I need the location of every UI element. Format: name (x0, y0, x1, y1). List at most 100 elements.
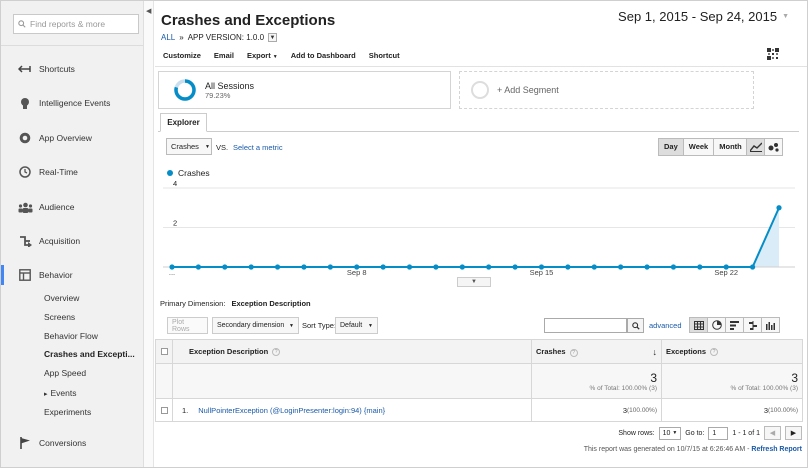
nav-behavior[interactable]: Behavior (1, 265, 144, 285)
segment-percent: 79.23% (205, 90, 231, 100)
nav-audience[interactable]: Audience (1, 197, 144, 217)
behavior-layout-icon (16, 268, 34, 282)
nav-label: Acquisition (39, 236, 81, 246)
period-month-button[interactable]: Month (713, 138, 748, 156)
metric-select[interactable]: Crashes ▼ (166, 138, 212, 155)
main-content: Crashes and Exceptions ALL » APP VERSION… (155, 1, 807, 467)
term-cloud-view-icon[interactable] (761, 317, 780, 333)
totals-crashes: 3 % of Total: 100.00% (3) (532, 364, 662, 398)
pie-chart-view-icon[interactable] (707, 317, 726, 333)
segment-all-sessions[interactable]: All Sessions 79.23% (158, 71, 451, 109)
behavior-events[interactable]: ▸ Events (44, 386, 77, 400)
select-all-cell (156, 340, 173, 363)
nav-label: Audience (39, 202, 75, 212)
line-chart-icon[interactable] (746, 138, 765, 156)
performance-view-icon[interactable] (725, 317, 744, 333)
date-range-picker[interactable]: Sep 1, 2015 - Sep 24, 2015 ▼ (618, 9, 789, 24)
secondary-dimension-select[interactable]: Secondary dimension ▼ (212, 317, 299, 334)
pagination: Show rows: 10 ▼ Go to: 1 1 - 1 of 1 ◀ ▶ (618, 426, 802, 440)
plot-rows-button[interactable]: Plot Rows (167, 317, 208, 334)
table-search-button[interactable] (627, 318, 644, 333)
column-header-description[interactable]: Exception Description? (173, 340, 532, 363)
help-icon[interactable]: ? (272, 347, 281, 356)
data-table: Exception Description? Crashes? ↓ Excepti… (155, 339, 803, 422)
row-crashes-percent: (100.00%) (627, 406, 657, 414)
help-icon[interactable]: ? (710, 347, 719, 356)
flag-icon (16, 436, 34, 450)
nav-label: Conversions (39, 438, 87, 448)
app-overview-icon (16, 131, 34, 145)
nav-label: Real-Time (39, 167, 78, 177)
primary-dimension: Primary Dimension: Exception Description (160, 299, 311, 308)
show-rows-select[interactable]: 10 ▼ (658, 426, 682, 440)
sidebar-divider (1, 45, 143, 46)
data-point (697, 264, 703, 270)
data-table-view-icon[interactable] (689, 317, 708, 333)
search-placeholder: Find reports & more (30, 19, 106, 29)
row-index: 1. (182, 405, 189, 415)
behavior-flow[interactable]: Behavior Flow (44, 329, 98, 343)
behavior-screens[interactable]: Screens (44, 310, 75, 324)
nav-app-overview[interactable]: App Overview (1, 128, 144, 148)
exception-link[interactable]: NullPointerException (@LoginPresenter:lo… (198, 406, 385, 415)
table-search-input[interactable] (544, 318, 627, 333)
data-point (670, 264, 677, 270)
chart-resize-handle[interactable]: ▼ (457, 277, 491, 287)
tab-explorer[interactable]: Explorer (160, 113, 207, 132)
behavior-app-speed[interactable]: App Speed (44, 366, 86, 380)
sidebar: Find reports & more Shortcuts Intelligen… (1, 1, 144, 467)
primary-dimension-value[interactable]: Exception Description (231, 299, 310, 308)
goto-page-input[interactable]: 1 (708, 426, 729, 440)
table-row: 1. NullPointerException (@LoginPresenter… (156, 399, 802, 421)
report-search-input[interactable]: Find reports & more (13, 14, 139, 34)
nav-acquisition[interactable]: Acquisition (1, 231, 144, 251)
behavior-crashes-and-exceptions[interactable]: Crashes and Excepti... (44, 347, 135, 361)
comparison-view-icon[interactable] (743, 317, 762, 333)
column-header-exceptions[interactable]: Exceptions? (662, 340, 802, 363)
goto-label: Go to: (685, 429, 705, 437)
data-point (565, 264, 571, 270)
nav-conversions[interactable]: Conversions (1, 433, 144, 453)
add-segment-button[interactable]: + Add Segment (459, 71, 754, 109)
export-button[interactable]: Export ▼ (247, 51, 278, 60)
row-checkbox[interactable] (160, 406, 168, 414)
next-page-button[interactable]: ▶ (785, 426, 802, 440)
behavior-overview[interactable]: Overview (44, 291, 79, 305)
select-metric-link[interactable]: Select a metric (233, 143, 283, 152)
qr-code-icon[interactable] (767, 48, 779, 60)
data-point (512, 264, 518, 270)
shortcut-button[interactable]: Shortcut (369, 51, 400, 60)
nav-real-time[interactable]: Real-Time (1, 162, 144, 182)
sidebar-collapse-bar[interactable]: ◀ (144, 1, 154, 467)
breadcrumb-all-link[interactable]: ALL (161, 33, 175, 42)
sort-type-select[interactable]: Default ▼ (335, 317, 378, 334)
y-tick-label: 2 (173, 219, 177, 228)
period-day-button[interactable]: Day (658, 138, 684, 156)
period-week-button[interactable]: Week (682, 138, 715, 156)
metric-select-value: Crashes (171, 142, 199, 151)
refresh-report-link[interactable]: Refresh Report (751, 446, 802, 453)
advanced-filter-link[interactable]: advanced (649, 321, 682, 330)
nav-intelligence-events[interactable]: Intelligence Events (1, 93, 144, 113)
customize-button[interactable]: Customize (163, 51, 201, 60)
add-to-dashboard-button[interactable]: Add to Dashboard (291, 51, 356, 60)
crashes-line-chart: 2 4... Sep 8 Sep 15 Sep 22 (163, 179, 795, 277)
breadcrumb-dropdown-icon[interactable]: ▼ (268, 33, 278, 42)
help-icon[interactable]: ? (569, 348, 578, 357)
motion-chart-icon[interactable] (764, 138, 783, 156)
prev-page-button[interactable]: ◀ (764, 426, 781, 440)
nav-label: Shortcuts (39, 64, 75, 74)
select-all-checkbox[interactable] (160, 348, 168, 355)
sort-type-label: Sort Type: (302, 321, 337, 330)
totals-crashes-value: 3 (650, 370, 657, 385)
date-range-text: Sep 1, 2015 - Sep 24, 2015 (618, 9, 778, 24)
data-point (750, 264, 756, 270)
behavior-experiments[interactable]: Experiments (44, 405, 91, 419)
email-button[interactable]: Email (214, 51, 234, 60)
column-header-crashes[interactable]: Crashes? ↓ (532, 340, 662, 363)
chart-legend: Crashes (167, 168, 210, 178)
shortcuts-arrow-icon (16, 62, 34, 76)
add-segment-label: + Add Segment (497, 85, 559, 95)
nav-label: App Overview (39, 133, 92, 143)
nav-shortcuts[interactable]: Shortcuts (1, 59, 144, 79)
